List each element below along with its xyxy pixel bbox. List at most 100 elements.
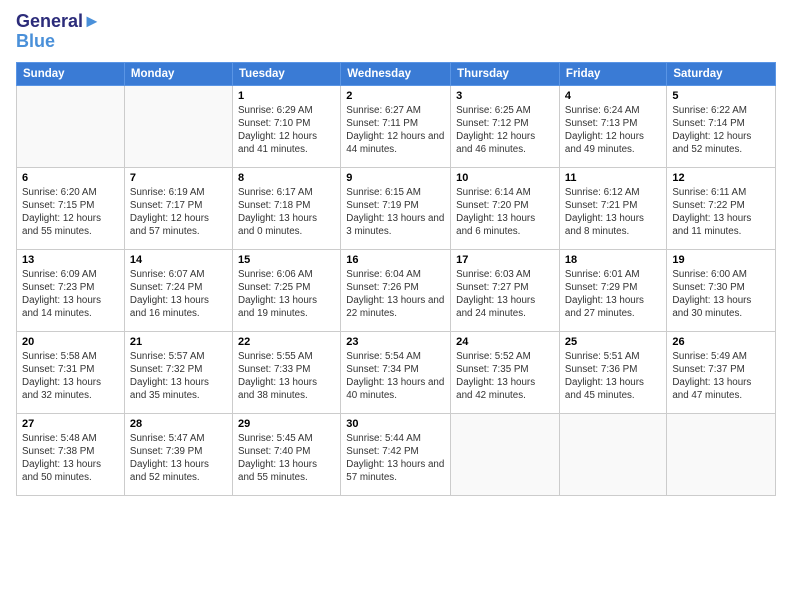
calendar-cell (667, 413, 776, 495)
day-number: 16 (346, 254, 445, 266)
calendar-cell: 10 Sunrise: 6:14 AM Sunset: 7:20 PM Dayli… (451, 167, 560, 249)
day-info: Sunrise: 6:03 AM Sunset: 7:27 PM Dayligh… (456, 268, 554, 321)
calendar-cell: 1 Sunrise: 6:29 AM Sunset: 7:10 PM Daylig… (233, 85, 341, 167)
weekday-header-saturday: Saturday (667, 62, 776, 85)
calendar-cell: 9 Sunrise: 6:15 AM Sunset: 7:19 PM Daylig… (341, 167, 451, 249)
day-info: Sunrise: 6:22 AM Sunset: 7:14 PM Dayligh… (672, 104, 770, 157)
week-row-2: 6 Sunrise: 6:20 AM Sunset: 7:15 PM Daylig… (17, 167, 776, 249)
calendar-cell: 4Sunrise: 6:24 AM Sunset: 7:13 PM Daylig… (559, 85, 666, 167)
day-number: 2 (346, 90, 445, 102)
day-info: Sunrise: 6:07 AM Sunset: 7:24 PM Dayligh… (130, 268, 227, 321)
calendar-cell: 25Sunrise: 5:51 AM Sunset: 7:36 PM Dayli… (559, 331, 666, 413)
day-number: 18 (565, 254, 661, 266)
calendar-cell: 13 Sunrise: 6:09 AM Sunset: 7:23 PM Dayli… (17, 249, 125, 331)
logo: General►Blue (16, 12, 101, 52)
day-number: 14 (130, 254, 227, 266)
day-number: 6 (22, 172, 119, 184)
day-number: 3 (456, 90, 554, 102)
day-info: Sunrise: 6:09 AM Sunset: 7:23 PM Dayligh… (22, 268, 119, 321)
calendar-cell: 30Sunrise: 5:44 AM Sunset: 7:42 PM Dayli… (341, 413, 451, 495)
calendar-cell (451, 413, 560, 495)
calendar-cell: 16 Sunrise: 6:04 AM Sunset: 7:26 PM Dayli… (341, 249, 451, 331)
calendar-cell: 20 Sunrise: 5:58 AM Sunset: 7:31 PM Dayli… (17, 331, 125, 413)
day-number: 21 (130, 336, 227, 348)
day-info: Sunrise: 6:25 AM Sunset: 7:12 PM Dayligh… (456, 104, 554, 157)
day-number: 10 (456, 172, 554, 184)
day-number: 24 (456, 336, 554, 348)
day-number: 29 (238, 418, 335, 430)
calendar-cell: 22 Sunrise: 5:55 AM Sunset: 7:33 PM Dayli… (233, 331, 341, 413)
day-number: 12 (672, 172, 770, 184)
weekday-header-friday: Friday (559, 62, 666, 85)
calendar-cell (124, 85, 232, 167)
day-number: 1 (238, 90, 335, 102)
week-row-3: 13 Sunrise: 6:09 AM Sunset: 7:23 PM Dayli… (17, 249, 776, 331)
header: General►Blue (16, 12, 776, 52)
day-number: 23 (346, 336, 445, 348)
day-info: Sunrise: 5:49 AM Sunset: 7:37 PM Dayligh… (672, 350, 770, 403)
calendar-cell (17, 85, 125, 167)
day-number: 28 (130, 418, 227, 430)
day-info: Sunrise: 6:06 AM Sunset: 7:25 PM Dayligh… (238, 268, 335, 321)
calendar-cell: 12 Sunrise: 6:11 AM Sunset: 7:22 PM Dayli… (667, 167, 776, 249)
day-number: 20 (22, 336, 119, 348)
day-info: Sunrise: 6:27 AM Sunset: 7:11 PM Dayligh… (346, 104, 445, 157)
day-number: 7 (130, 172, 227, 184)
day-info: Sunrise: 5:47 AM Sunset: 7:39 PM Dayligh… (130, 432, 227, 485)
day-info: Sunrise: 5:58 AM Sunset: 7:31 PM Dayligh… (22, 350, 119, 403)
day-number: 26 (672, 336, 770, 348)
day-info: Sunrise: 6:00 AM Sunset: 7:30 PM Dayligh… (672, 268, 770, 321)
calendar-cell: 3 Sunrise: 6:25 AM Sunset: 7:12 PM Daylig… (451, 85, 560, 167)
day-number: 27 (22, 418, 119, 430)
calendar-cell: 28 Sunrise: 5:47 AM Sunset: 7:39 PM Dayli… (124, 413, 232, 495)
day-info: Sunrise: 6:14 AM Sunset: 7:20 PM Dayligh… (456, 186, 554, 239)
calendar-cell: 29 Sunrise: 5:45 AM Sunset: 7:40 PM Dayli… (233, 413, 341, 495)
week-row-5: 27 Sunrise: 5:48 AM Sunset: 7:38 PM Dayli… (17, 413, 776, 495)
weekday-header-thursday: Thursday (451, 62, 560, 85)
day-info: Sunrise: 6:04 AM Sunset: 7:26 PM Dayligh… (346, 268, 445, 321)
calendar-cell: 23 Sunrise: 5:54 AM Sunset: 7:34 PM Dayli… (341, 331, 451, 413)
day-info: Sunrise: 5:48 AM Sunset: 7:38 PM Dayligh… (22, 432, 119, 485)
weekday-header-sunday: Sunday (17, 62, 125, 85)
logo-text: General►Blue (16, 12, 101, 52)
day-info: Sunrise: 5:44 AM Sunset: 7:42 PM Dayligh… (346, 432, 445, 485)
weekday-header-row: SundayMondayTuesdayWednesdayThursdayFrid… (17, 62, 776, 85)
week-row-4: 20 Sunrise: 5:58 AM Sunset: 7:31 PM Dayli… (17, 331, 776, 413)
day-info: Sunrise: 6:12 AM Sunset: 7:21 PM Dayligh… (565, 186, 661, 239)
weekday-header-tuesday: Tuesday (233, 62, 341, 85)
day-info: Sunrise: 5:55 AM Sunset: 7:33 PM Dayligh… (238, 350, 335, 403)
calendar-cell: 17 Sunrise: 6:03 AM Sunset: 7:27 PM Dayli… (451, 249, 560, 331)
day-number: 13 (22, 254, 119, 266)
day-number: 9 (346, 172, 445, 184)
calendar-cell: 7 Sunrise: 6:19 AM Sunset: 7:17 PM Daylig… (124, 167, 232, 249)
calendar-cell: 26 Sunrise: 5:49 AM Sunset: 7:37 PM Dayli… (667, 331, 776, 413)
day-info: Sunrise: 6:15 AM Sunset: 7:19 PM Dayligh… (346, 186, 445, 239)
day-info: Sunrise: 5:51 AM Sunset: 7:36 PM Dayligh… (565, 350, 661, 403)
weekday-header-monday: Monday (124, 62, 232, 85)
page: General►Blue SundayMondayTuesdayWednesda… (0, 0, 792, 612)
day-number: 8 (238, 172, 335, 184)
calendar-cell: 15Sunrise: 6:06 AM Sunset: 7:25 PM Dayli… (233, 249, 341, 331)
day-number: 11 (565, 172, 661, 184)
calendar-table: SundayMondayTuesdayWednesdayThursdayFrid… (16, 62, 776, 496)
day-info: Sunrise: 5:54 AM Sunset: 7:34 PM Dayligh… (346, 350, 445, 403)
calendar-cell: 27 Sunrise: 5:48 AM Sunset: 7:38 PM Dayli… (17, 413, 125, 495)
weekday-header-wednesday: Wednesday (341, 62, 451, 85)
day-info: Sunrise: 5:45 AM Sunset: 7:40 PM Dayligh… (238, 432, 335, 485)
day-info: Sunrise: 5:57 AM Sunset: 7:32 PM Dayligh… (130, 350, 227, 403)
day-info: Sunrise: 6:19 AM Sunset: 7:17 PM Dayligh… (130, 186, 227, 239)
day-info: Sunrise: 5:52 AM Sunset: 7:35 PM Dayligh… (456, 350, 554, 403)
day-info: Sunrise: 6:29 AM Sunset: 7:10 PM Dayligh… (238, 104, 335, 157)
calendar-cell (559, 413, 666, 495)
calendar-cell: 5 Sunrise: 6:22 AM Sunset: 7:14 PM Daylig… (667, 85, 776, 167)
day-number: 22 (238, 336, 335, 348)
day-number: 17 (456, 254, 554, 266)
day-info: Sunrise: 6:20 AM Sunset: 7:15 PM Dayligh… (22, 186, 119, 239)
day-number: 5 (672, 90, 770, 102)
day-number: 4 (565, 90, 661, 102)
day-info: Sunrise: 6:11 AM Sunset: 7:22 PM Dayligh… (672, 186, 770, 239)
calendar-cell: 21 Sunrise: 5:57 AM Sunset: 7:32 PM Dayli… (124, 331, 232, 413)
day-number: 19 (672, 254, 770, 266)
calendar-cell: 2 Sunrise: 6:27 AM Sunset: 7:11 PM Daylig… (341, 85, 451, 167)
week-row-1: 1 Sunrise: 6:29 AM Sunset: 7:10 PM Daylig… (17, 85, 776, 167)
